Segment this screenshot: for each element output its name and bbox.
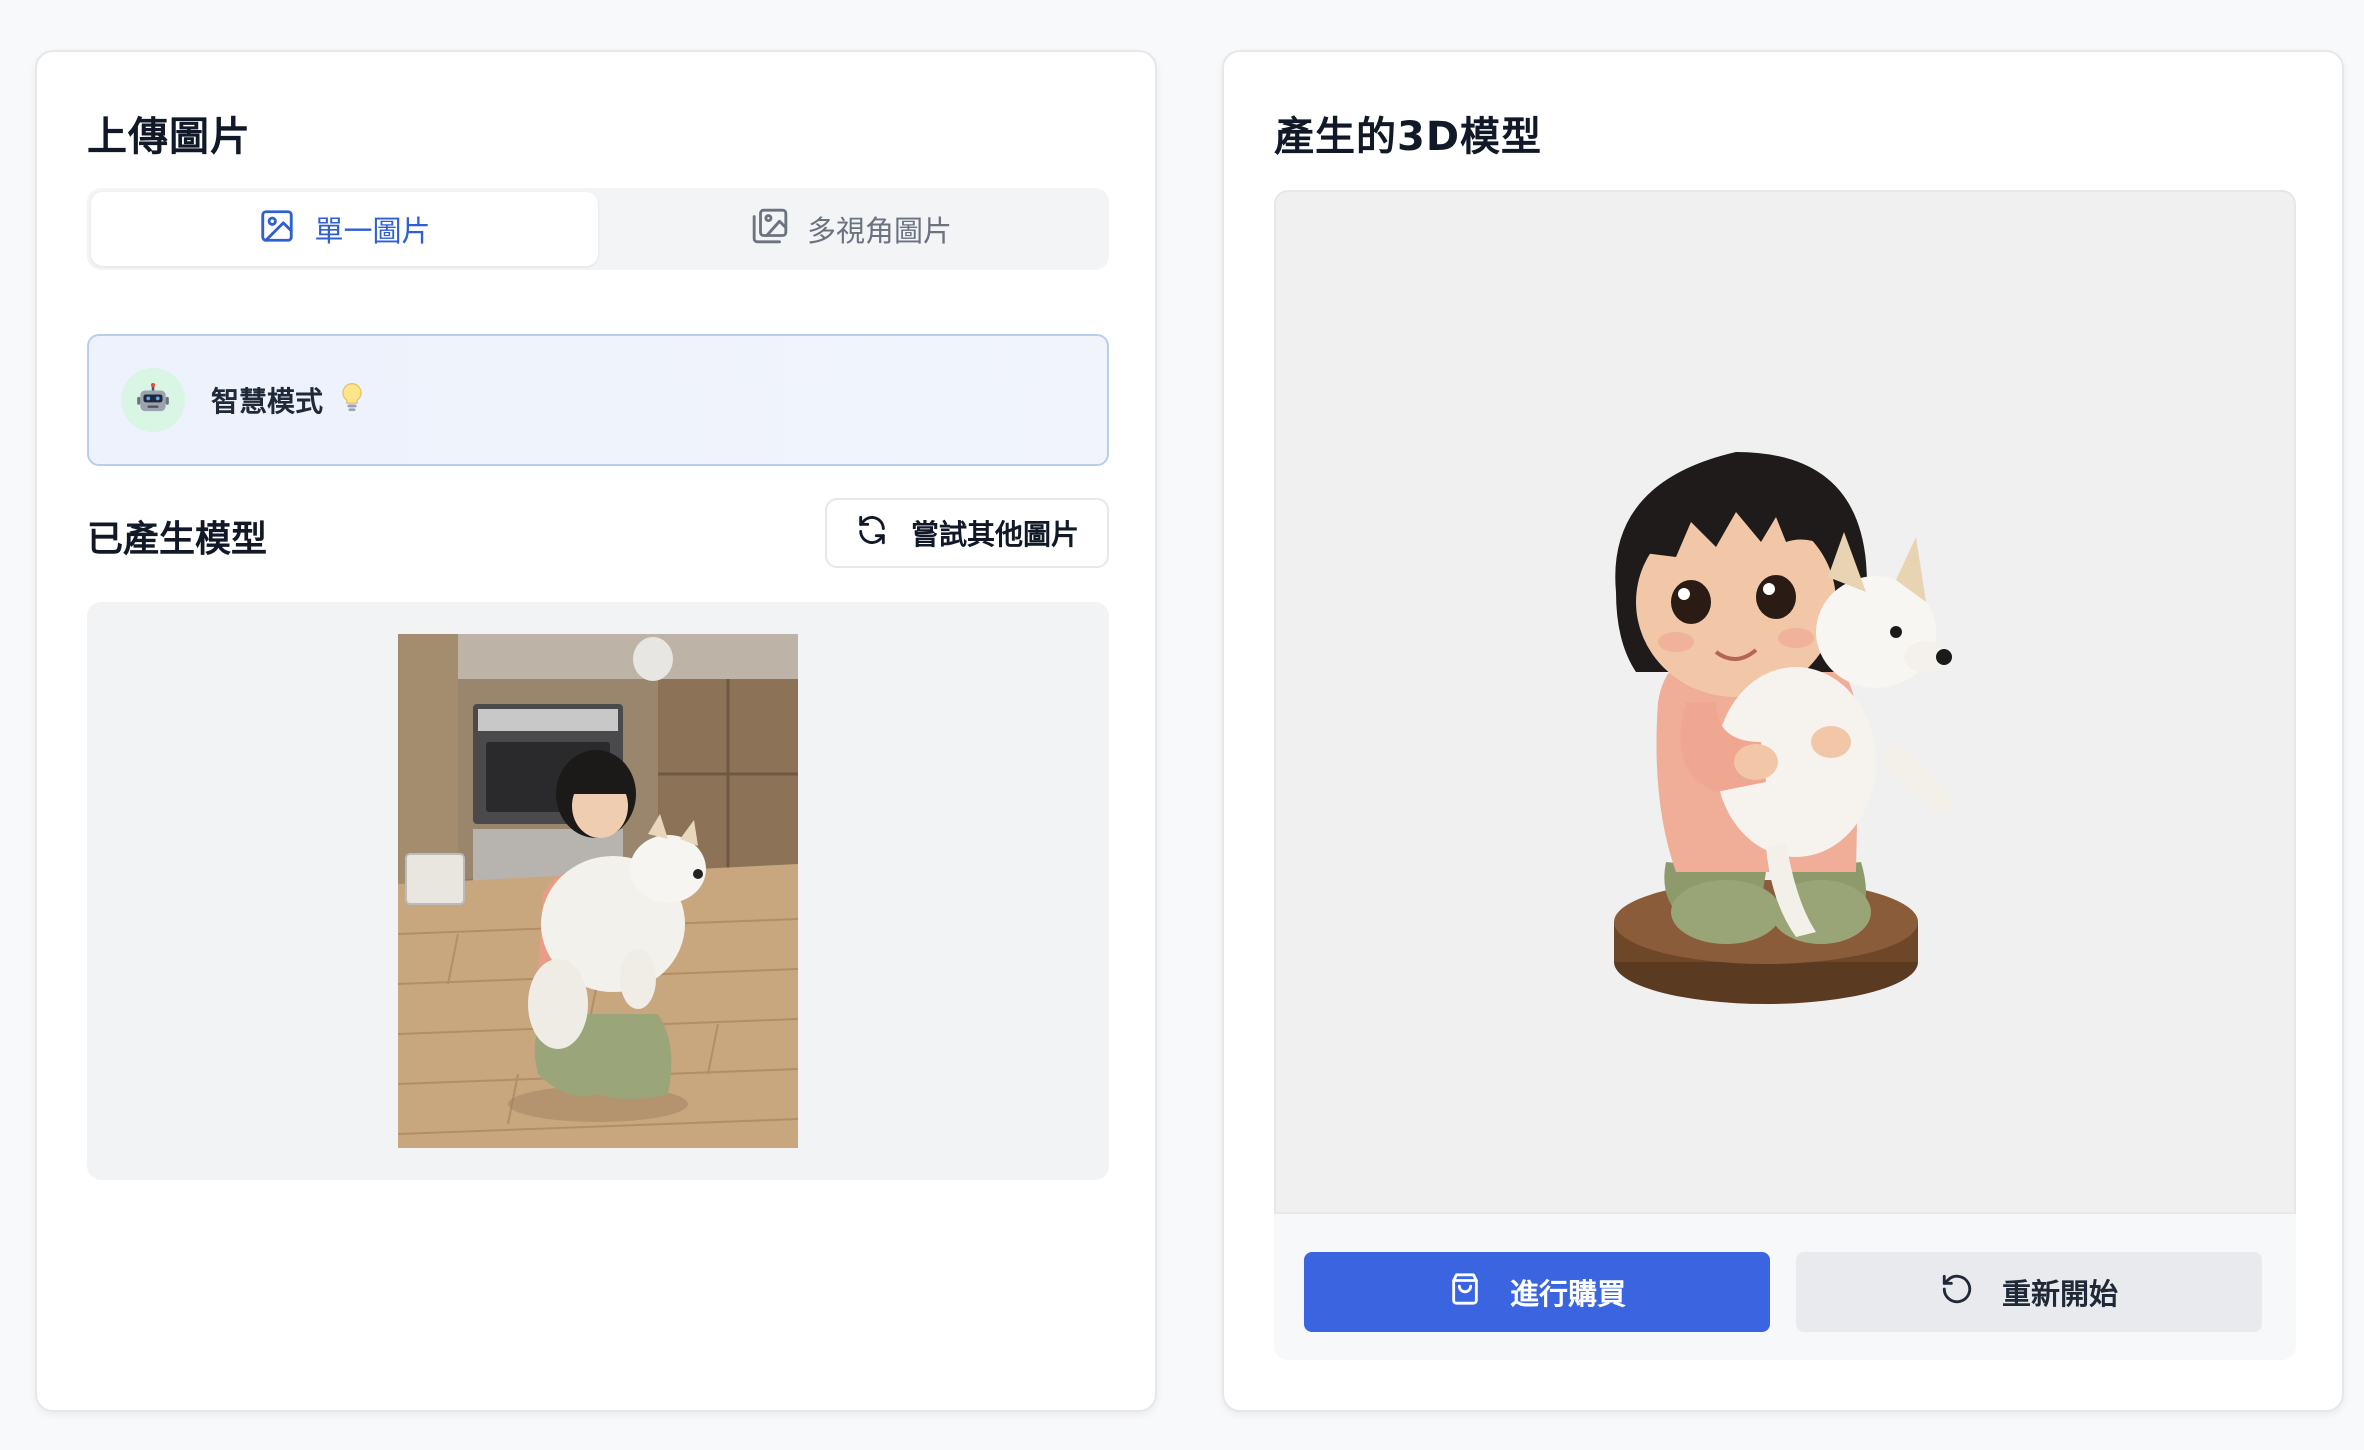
- images-icon: [751, 207, 789, 252]
- image-icon: [258, 207, 296, 252]
- smart-mode-label: 智慧模式: [211, 385, 324, 418]
- restart-button[interactable]: 重新開始: [1796, 1252, 2262, 1332]
- try-other-image-button[interactable]: 嘗試其他圖片: [825, 498, 1109, 568]
- restart-button-label: 重新開始: [2001, 1277, 2118, 1311]
- model-actions-bar: 進行購買 重新開始: [1274, 1214, 2296, 1360]
- upload-card-title: 上傳圖片: [87, 114, 251, 160]
- upload-card: 上傳圖片 單一圖片 多視角圖片 智慧模式 已產生模型 嘗試其他圖片: [35, 50, 1157, 1412]
- tab-multi-view-images[interactable]: 多視角圖片: [598, 192, 1105, 266]
- upload-mode-tabs: 單一圖片 多視角圖片: [87, 188, 1109, 270]
- lightbulb-icon: [323, 381, 365, 419]
- refresh-icon: [855, 513, 889, 554]
- uploaded-photo: [398, 634, 798, 1148]
- 3d-model-render: [1596, 442, 1996, 1022]
- smart-mode-panel[interactable]: 智慧模式: [87, 334, 1109, 466]
- purchase-button[interactable]: 進行購買: [1304, 1252, 1770, 1332]
- uploaded-image-panel: [87, 602, 1109, 1180]
- tab-single-image-label: 單一圖片: [314, 214, 431, 248]
- try-other-image-label: 嘗試其他圖片: [910, 518, 1079, 551]
- tab-multi-view-label: 多視角圖片: [806, 214, 952, 248]
- tab-single-image[interactable]: 單一圖片: [91, 192, 598, 266]
- shopping-bag-icon: [1448, 1272, 1482, 1313]
- rotate-ccw-icon: [1940, 1272, 1974, 1313]
- robot-icon: [121, 368, 185, 432]
- model-card-title: 產生的3D模型: [1274, 114, 1543, 160]
- purchase-button-label: 進行購買: [1509, 1277, 1626, 1311]
- 3d-model-viewer[interactable]: [1274, 190, 2296, 1214]
- model-card: 產生的3D模型 進行購買 重新開始: [1222, 50, 2344, 1412]
- generated-models-title: 已產生模型: [87, 519, 268, 560]
